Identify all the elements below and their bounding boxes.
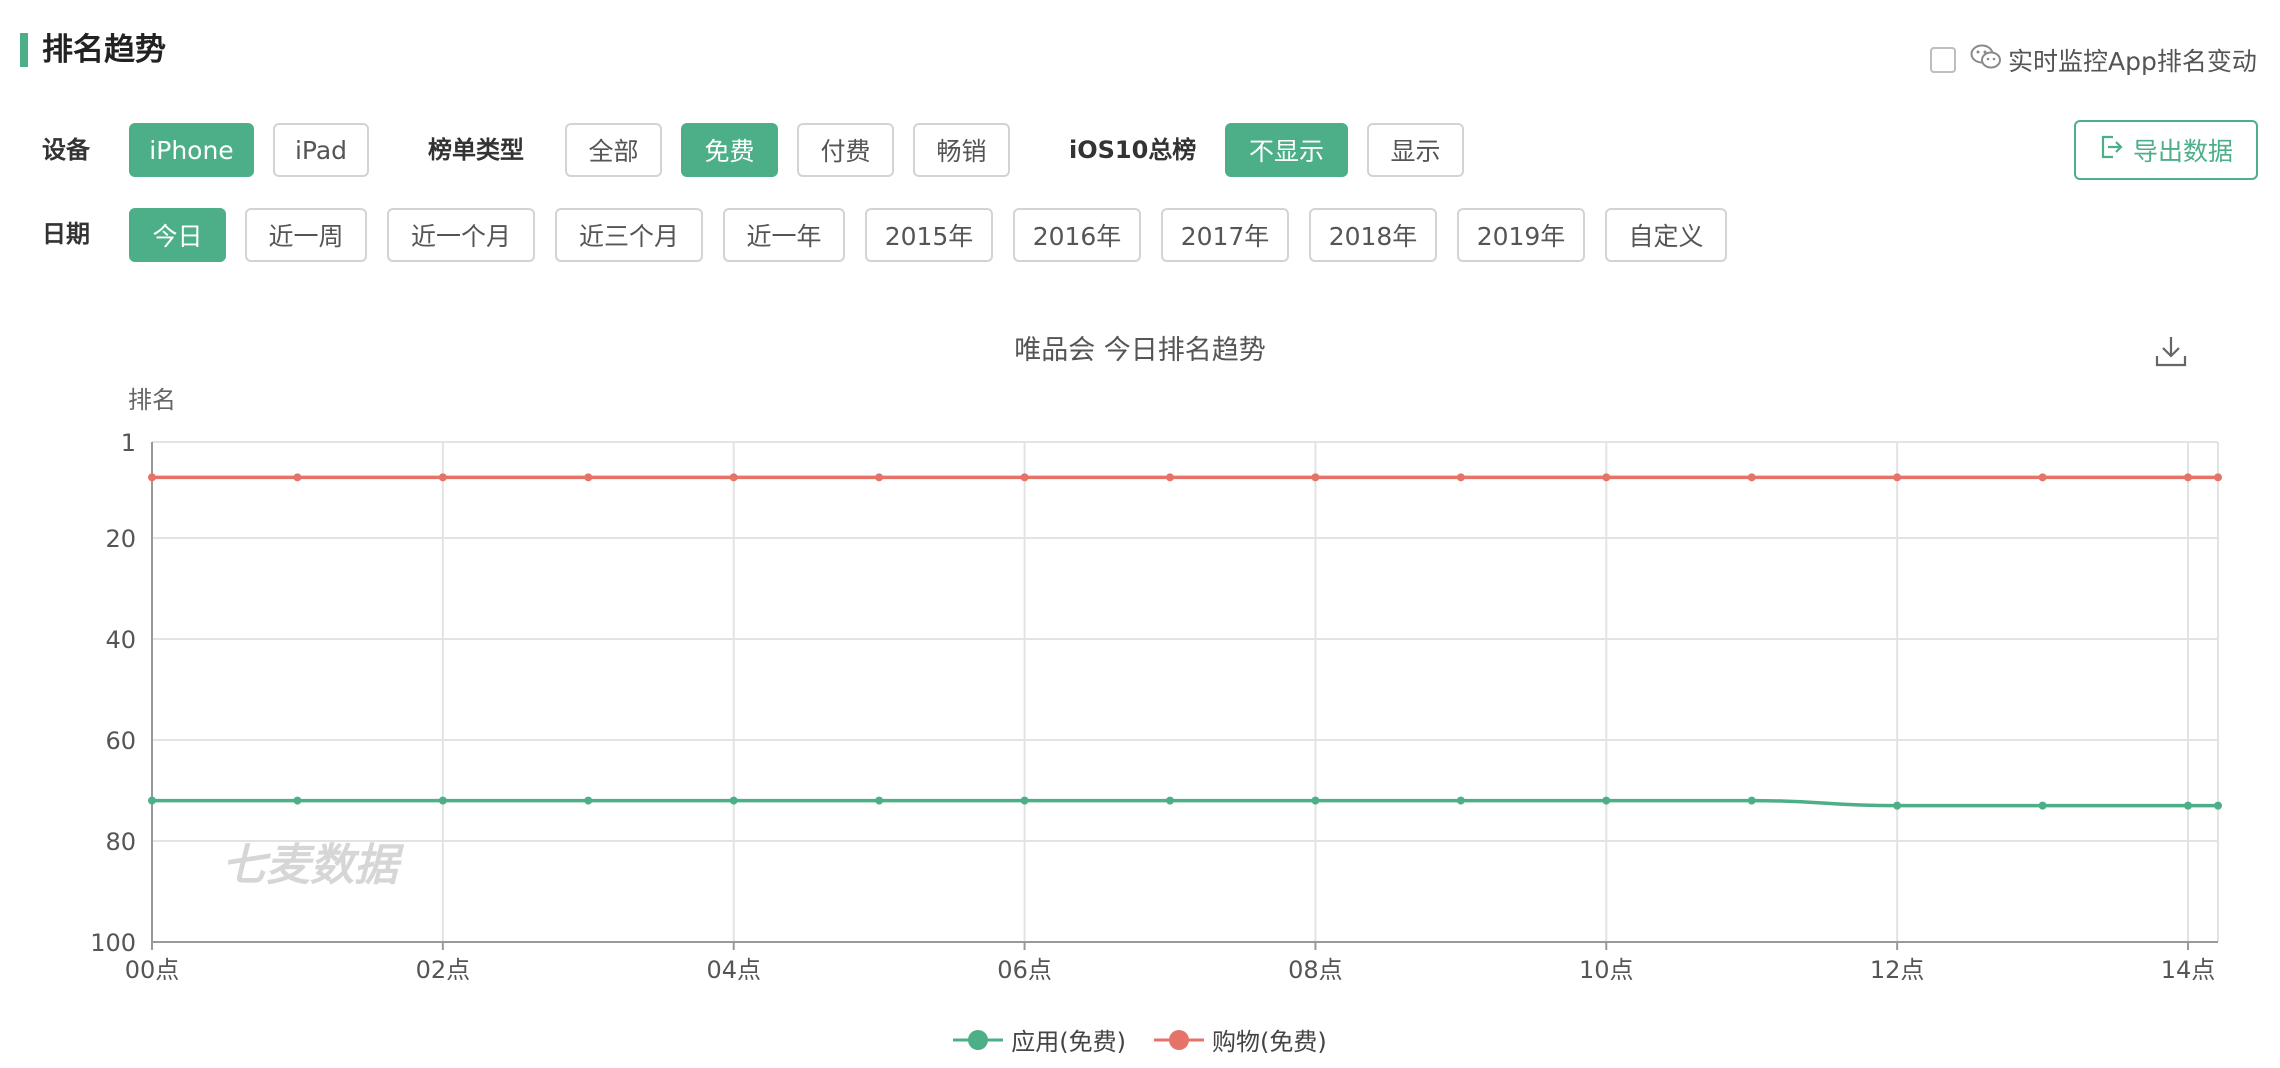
chart-axes: 1 20 40 60 80 10000点 02点 04点 06点 08点 10点 12点 14点: [90, 429, 2218, 984]
legend-marker-icon: [953, 1029, 1004, 1050]
data-point: [729, 473, 738, 482]
series-line-0: [152, 798, 2218, 808]
data-point: [1311, 796, 1320, 805]
x-tick-label: 02点: [416, 956, 471, 984]
y-tick-label: 20: [105, 525, 136, 553]
data-point: [1020, 796, 1029, 805]
data-point: [438, 796, 447, 805]
legend-label: 购物(免费): [1212, 1028, 1327, 1056]
y-axis-label: 排名: [128, 386, 176, 414]
data-point: [1166, 473, 1174, 482]
data-point: [1747, 796, 1756, 805]
chart-legend: 应用(免费) 购物(免费): [0, 1022, 2280, 1057]
x-tick-label: 14点: [2161, 956, 2216, 984]
y-tick-label: 40: [105, 626, 136, 654]
legend-item[interactable]: 购物(免费): [1154, 1022, 1327, 1057]
data-point: [875, 796, 884, 805]
legend-label: 应用(免费): [1011, 1028, 1126, 1056]
data-point: [2038, 801, 2047, 810]
y-tick-label: 80: [105, 828, 136, 856]
y-tick-label: 1: [121, 429, 136, 457]
watermark: 七麦数据: [222, 840, 405, 891]
x-tick-label: 00点: [125, 956, 180, 984]
x-tick-label: 10点: [1579, 956, 1634, 984]
chart-grid: [151, 441, 2219, 943]
data-point: [2184, 473, 2192, 482]
data-point: [293, 473, 302, 482]
data-point: [1020, 473, 1029, 482]
rank-trend-chart: 七麦数据 1 20 40 60 80 10000点 02点 04点 06点 08点 10点 12点 14…: [90, 386, 2222, 984]
y-tick-label: 60: [105, 727, 136, 755]
data-point: [1456, 473, 1465, 482]
data-point: [1166, 796, 1174, 805]
x-tick-label: 06点: [997, 956, 1052, 984]
data-point: [2038, 473, 2047, 482]
legend-item[interactable]: 应用(免费): [953, 1022, 1126, 1057]
data-point: [875, 473, 884, 482]
data-point: [438, 473, 447, 482]
data-point: [1602, 473, 1611, 482]
x-tick-label: 04点: [706, 956, 761, 984]
data-point: [148, 473, 156, 482]
data-point: [1893, 801, 1902, 810]
data-point: [2184, 801, 2192, 810]
data-point: [293, 796, 302, 805]
chart-series: [148, 473, 2222, 810]
data-point: [729, 796, 738, 805]
data-point: [2214, 801, 2222, 810]
y-tick-label: 100: [90, 929, 136, 957]
data-point: [584, 796, 593, 805]
data-point: [2214, 473, 2222, 482]
data-point: [584, 473, 593, 482]
data-point: [1602, 796, 1611, 805]
x-tick-label: 08点: [1288, 956, 1343, 984]
data-point: [1456, 796, 1465, 805]
data-point: [1893, 473, 1902, 482]
data-point: [1311, 473, 1320, 482]
data-point: [148, 796, 156, 805]
legend-marker-icon: [1154, 1029, 1204, 1050]
data-point: [1747, 473, 1756, 482]
x-tick-label: 12点: [1870, 956, 1925, 984]
